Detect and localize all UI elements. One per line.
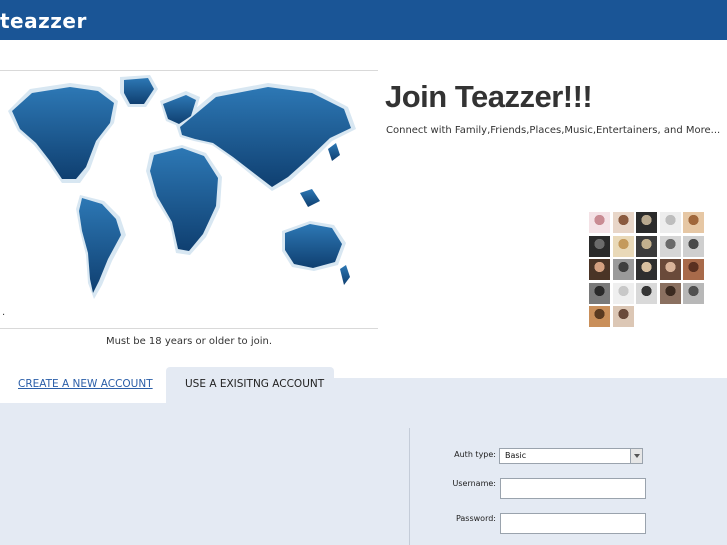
page-title: Join Teazzer!!! [385,79,593,114]
top-header-bar: teazzer [0,0,727,40]
member-avatar[interactable] [683,282,704,304]
chevron-down-icon[interactable] [630,449,642,463]
username-label: Username: [452,479,496,488]
member-avatar[interactable] [636,282,657,304]
member-avatar[interactable] [659,235,681,257]
tab-existing-account-label: USE A EXISITNG ACCOUNT [185,378,325,390]
password-input[interactable] [500,513,646,534]
member-avatar[interactable] [683,212,704,233]
member-avatar[interactable] [612,282,634,304]
member-avatar[interactable] [612,212,634,233]
member-avatar[interactable] [636,212,657,233]
auth-type-value: Basic [505,451,527,460]
member-avatar[interactable] [683,235,704,257]
member-avatar[interactable] [636,235,657,257]
teazzer-logo[interactable]: teazzer [0,9,87,33]
member-avatar[interactable] [589,259,610,280]
member-avatar[interactable] [589,306,610,327]
member-avatar-grid [589,212,709,330]
member-avatar[interactable] [659,259,681,280]
member-avatar[interactable] [659,282,681,304]
tab-existing-account[interactable]: USE A EXISITNG ACCOUNT [166,367,334,403]
member-avatar[interactable] [612,259,634,280]
member-avatar[interactable] [612,235,634,257]
panel-divider [409,428,410,545]
member-avatar[interactable] [612,306,634,327]
auth-type-label: Auth type: [454,450,496,459]
username-input[interactable] [500,478,646,499]
member-avatar[interactable] [683,259,704,280]
age-requirement-notice: Must be 18 years or older to join. [105,336,273,347]
member-avatar[interactable] [589,235,610,257]
password-label: Password: [455,514,496,523]
world-map-image [8,75,356,299]
create-account-link[interactable]: CREATE A NEW ACCOUNT [18,378,153,390]
world-map-panel: . [0,70,378,329]
member-avatar[interactable] [659,212,681,233]
tab-create-account[interactable]: CREATE A NEW ACCOUNT [0,367,166,403]
map-caption-dot: . [2,307,6,318]
page-tagline: Connect with Family,Friends,Places,Music… [386,125,721,136]
member-avatar[interactable] [589,282,610,304]
member-avatar[interactable] [636,259,657,280]
auth-type-select[interactable]: Basic [499,448,643,464]
member-avatar[interactable] [589,212,610,233]
